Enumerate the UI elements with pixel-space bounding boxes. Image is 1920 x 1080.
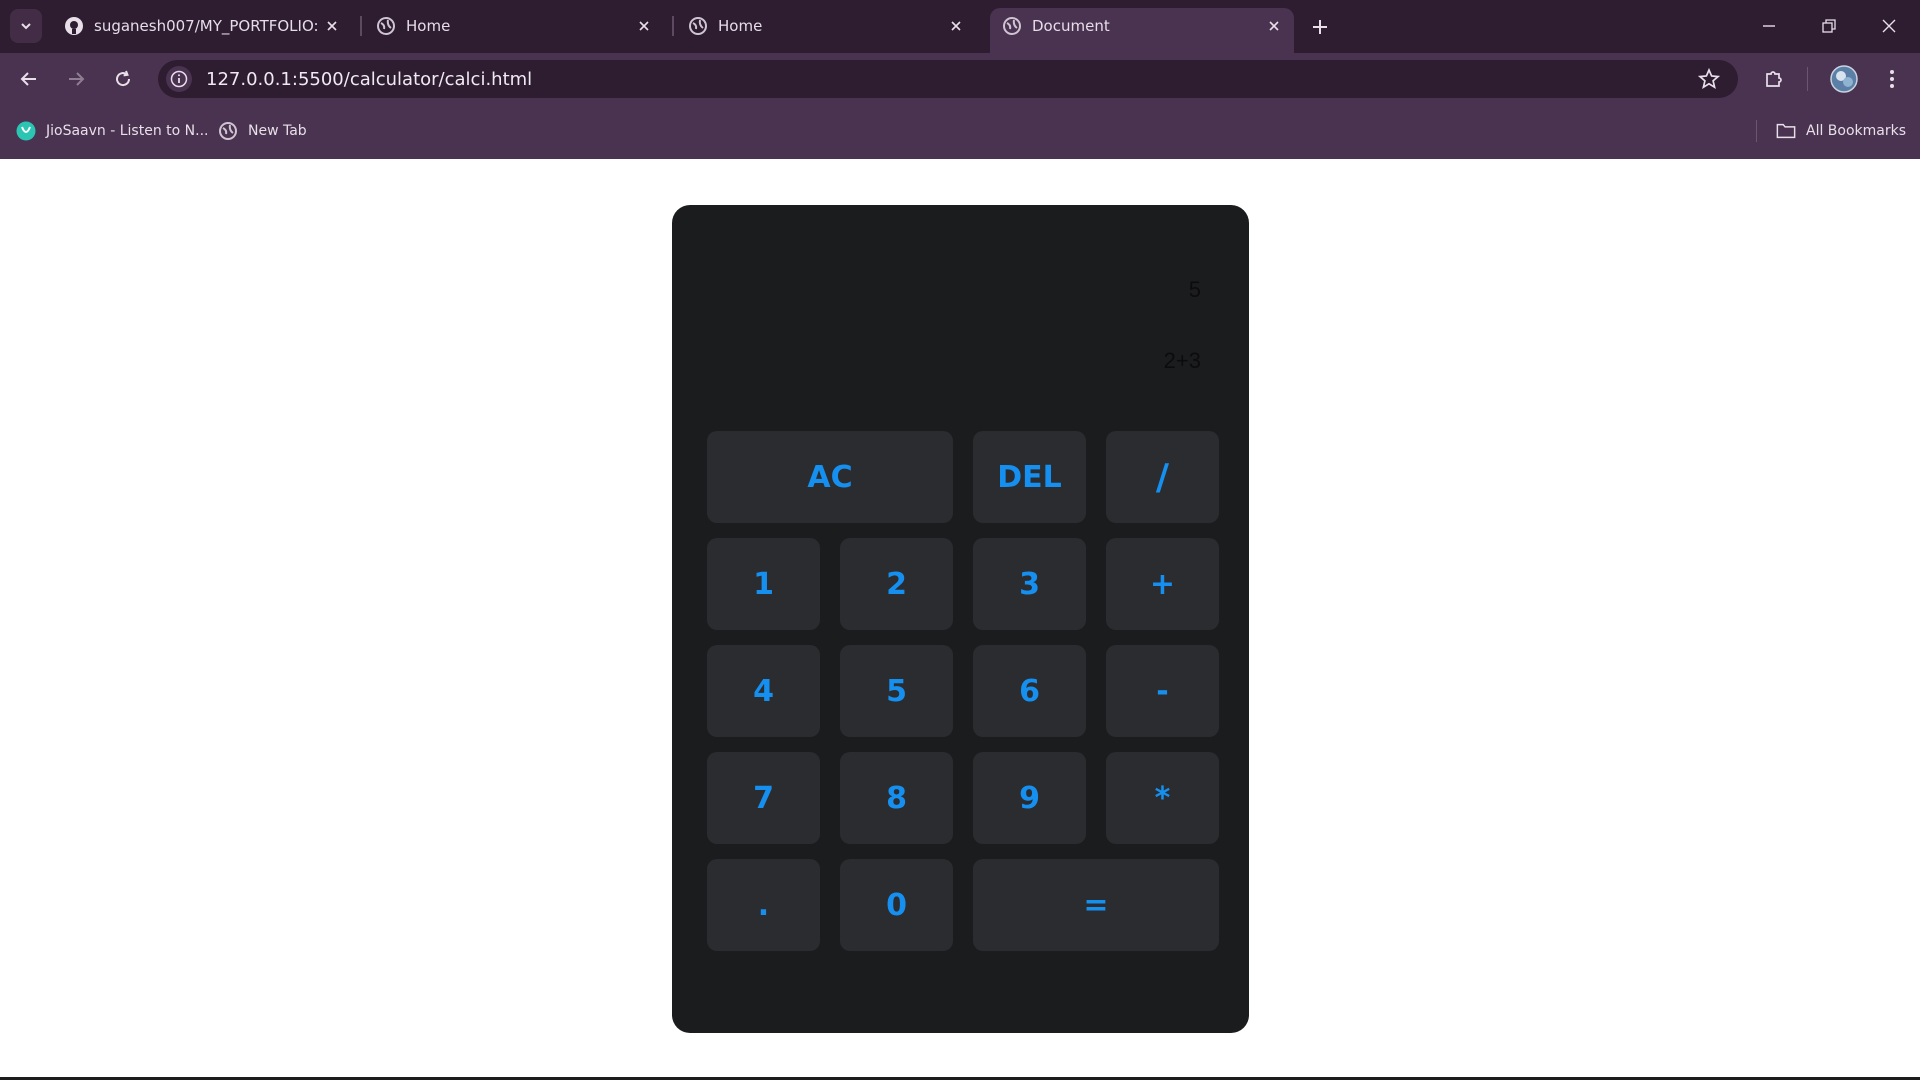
browser-toolbar: 127.0.0.1:5500/calculator/calci.html [0,53,1920,105]
digit-8-button[interactable]: 8 [840,752,953,844]
arrow-left-icon [20,72,36,86]
tab-separator [672,16,674,36]
digit-1-button[interactable]: 1 [707,538,820,630]
tab-home-1[interactable]: Home [364,8,664,44]
puzzle-icon [1766,71,1782,87]
digit-4-button[interactable]: 4 [707,645,820,737]
decimal-button[interactable]: . [707,859,820,951]
bookmarks-divider [1756,120,1757,142]
back-button[interactable] [11,61,47,97]
globe-icon [1002,16,1022,36]
tab-home-2[interactable]: Home [676,8,976,44]
divide-button[interactable]: / [1106,431,1219,523]
tab-strip: suganesh007/MY_PORTFOLIO: 💻 Home Home Do… [0,0,1920,53]
extensions-button[interactable] [1756,61,1792,97]
close-icon[interactable] [322,16,342,36]
digit-3-button[interactable]: 3 [973,538,1086,630]
github-icon [64,16,84,36]
bookmark-jiosaavn[interactable]: JioSaavn - Listen to N... [16,119,208,143]
kebab-menu-icon [1890,70,1894,88]
minimize-icon [1763,25,1775,27]
digit-5-button[interactable]: 5 [840,645,953,737]
minus-button[interactable]: - [1106,645,1219,737]
bookmark-label: New Tab [248,123,307,139]
restore-button[interactable] [1806,8,1852,44]
close-window-button[interactable] [1866,8,1912,44]
address-bar[interactable]: 127.0.0.1:5500/calculator/calci.html [158,60,1738,98]
tab-title: Document [1032,17,1110,35]
equals-button[interactable]: = [973,859,1219,951]
menu-button[interactable] [1874,61,1910,97]
plus-icon [1313,20,1327,34]
bookmarks-bar: JioSaavn - Listen to N... New Tab All Bo… [0,105,1920,159]
plus-button[interactable]: + [1106,538,1219,630]
restore-icon [1822,19,1836,33]
tab-portfolio[interactable]: suganesh007/MY_PORTFOLIO: 💻 [52,8,352,44]
avatar-icon [1830,65,1858,93]
digit-7-button[interactable]: 7 [707,752,820,844]
new-tab-button[interactable] [1306,13,1334,41]
globe-icon [218,121,238,141]
digit-6-button[interactable]: 6 [973,645,1086,737]
reload-button[interactable] [105,61,141,97]
all-bookmarks-button[interactable]: All Bookmarks [1776,119,1906,143]
page-viewport: 5 2+3 AC DEL / 1 2 3 + 4 5 6 - 7 8 9 * .… [0,159,1920,1080]
current-operand-display: 2+3 [1163,348,1201,373]
bookmark-label: JioSaavn - Listen to N... [46,123,209,139]
tab-title: Home [718,17,763,35]
all-bookmarks-label: All Bookmarks [1806,123,1907,139]
close-icon[interactable] [634,16,654,36]
profile-avatar[interactable] [1826,61,1862,97]
forward-button[interactable] [58,61,94,97]
close-icon[interactable] [1264,16,1284,36]
digit-2-button[interactable]: 2 [840,538,953,630]
arrow-right-icon [69,72,85,86]
tab-title: suganesh007/MY_PORTFOLIO: 💻 [94,17,322,35]
tab-separator [360,16,362,36]
globe-icon [688,16,708,36]
chevron-down-icon [21,23,31,30]
site-info-icon[interactable] [166,66,192,92]
tab-document[interactable]: Document [990,8,1294,53]
jiosaavn-icon [16,121,36,141]
folder-icon [1776,121,1796,141]
bookmark-new-tab[interactable]: New Tab [218,119,307,143]
calculator: 5 2+3 AC DEL / 1 2 3 + 4 5 6 - 7 8 9 * .… [672,205,1249,1033]
minimize-button[interactable] [1746,8,1792,44]
digit-9-button[interactable]: 9 [973,752,1086,844]
bookmark-star-icon[interactable] [1697,67,1721,90]
previous-operand-display: 5 [1188,277,1201,302]
all-clear-button[interactable]: AC [707,431,953,523]
digit-0-button[interactable]: 0 [840,859,953,951]
close-icon[interactable] [946,16,966,36]
tab-title: Home [406,17,451,35]
toolbar-divider [1807,67,1808,91]
globe-icon [376,16,396,36]
reload-icon [116,70,131,87]
close-icon [1882,19,1896,33]
delete-button[interactable]: DEL [973,431,1086,523]
multiply-button[interactable]: * [1106,752,1219,844]
url-text[interactable]: 127.0.0.1:5500/calculator/calci.html [206,69,532,90]
tab-search-button[interactable] [10,9,42,43]
